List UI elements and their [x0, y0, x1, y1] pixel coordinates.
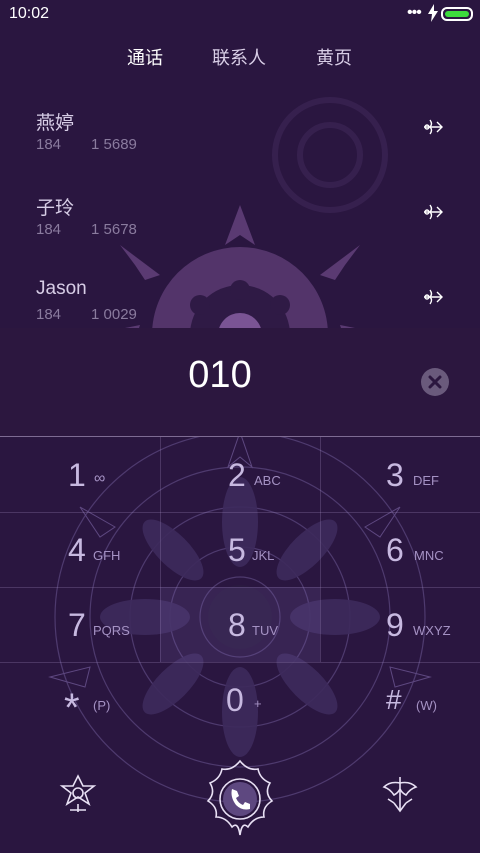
key-digit: 7: [68, 607, 86, 643]
key-digit: 5: [228, 532, 246, 568]
key-letters: PQRS: [93, 623, 130, 638]
key-digit: 4: [68, 532, 86, 568]
key-letters: TUV: [252, 623, 278, 638]
contact-name: 燕婷: [36, 113, 75, 134]
key-8[interactable]: 8 TUV: [160, 587, 320, 662]
recent-call-item[interactable]: 子玲 184 1 5678: [0, 193, 480, 273]
key-digit: 8: [228, 607, 246, 643]
recent-call-item[interactable]: 燕婷 184 1 5689: [0, 108, 480, 188]
key-3[interactable]: 3 DEF: [320, 437, 480, 512]
contact-number-prefix: 184: [36, 136, 62, 153]
key-digit: 9: [386, 607, 404, 643]
contact-number-prefix: 184: [36, 221, 62, 238]
key-2[interactable]: 2 ABC: [160, 437, 320, 512]
key-0[interactable]: 0 +: [160, 662, 320, 737]
tab-yellow-pages[interactable]: 黄页: [316, 44, 352, 70]
key-letters: MNC: [414, 548, 444, 563]
key-letters: DEF: [413, 473, 439, 488]
key-4[interactable]: 4 GFH: [0, 512, 160, 587]
key-digit: #: [386, 684, 402, 715]
phone-icon[interactable]: [198, 757, 282, 841]
contact-name: Jason: [36, 278, 87, 299]
key-star[interactable]: * (P): [0, 662, 160, 737]
ornament-arrow-icon[interactable]: [420, 114, 446, 140]
star-ornament-icon[interactable]: [56, 772, 100, 816]
key-9[interactable]: 9 WXYZ: [320, 587, 480, 662]
key-digit: 1: [68, 457, 86, 493]
voicemail-icon: ∞: [94, 470, 106, 487]
key-digit: 0: [226, 682, 244, 718]
tab-calls[interactable]: 通话: [127, 44, 163, 70]
key-letters: ABC: [254, 473, 281, 488]
contact-number-suffix: 1 5678: [91, 221, 137, 238]
key-letters: (P): [93, 698, 111, 713]
dialed-number: 010: [188, 354, 252, 396]
dialer-screen: 10:02 ••• 通话 联系人 黄页 燕婷 184 1 5689 子玲 184…: [0, 0, 480, 853]
key-5[interactable]: 5 JKL: [160, 512, 320, 587]
battery-icon: [441, 7, 473, 21]
key-letters: JKL: [252, 548, 275, 563]
key-1[interactable]: 1 ∞: [0, 437, 160, 512]
key-7[interactable]: 7 PQRS: [0, 587, 160, 662]
key-6[interactable]: 6 MNC: [320, 512, 480, 587]
key-letters: GFH: [93, 548, 121, 563]
notification-dots-icon: •••: [407, 4, 422, 21]
ornament-arrow-icon[interactable]: [420, 284, 446, 310]
status-time: 10:02: [9, 5, 50, 22]
contact-number-prefix: 184: [36, 306, 62, 323]
contact-name: 子玲: [36, 198, 75, 219]
clear-icon: [428, 375, 442, 389]
key-digit: 6: [386, 532, 404, 568]
contact-number-suffix: 1 0029: [91, 306, 137, 323]
key-hash[interactable]: # (W): [320, 662, 480, 737]
status-bar: 10:02 •••: [0, 0, 480, 30]
tab-contacts[interactable]: 联系人: [212, 44, 266, 70]
collapse-ornament-icon[interactable]: [376, 773, 424, 817]
contact-number-suffix: 1 5689: [91, 136, 137, 153]
key-digit: 2: [228, 457, 246, 493]
clear-button[interactable]: [421, 368, 449, 396]
key-letters: +: [254, 696, 262, 711]
tab-bar: 通话 联系人 黄页: [0, 44, 480, 72]
charging-icon: [428, 4, 438, 22]
key-letters: WXYZ: [413, 623, 451, 638]
key-letters: (W): [416, 698, 437, 713]
ornament-arrow-icon[interactable]: [420, 199, 446, 225]
number-display: 010: [0, 328, 480, 436]
key-digit: *: [64, 686, 80, 730]
dial-keypad: 1 ∞ 2 ABC 3 DEF 4 GFH 5 JKL 6 MNC 7 PQRS: [0, 436, 480, 853]
key-digit: 3: [386, 457, 404, 493]
